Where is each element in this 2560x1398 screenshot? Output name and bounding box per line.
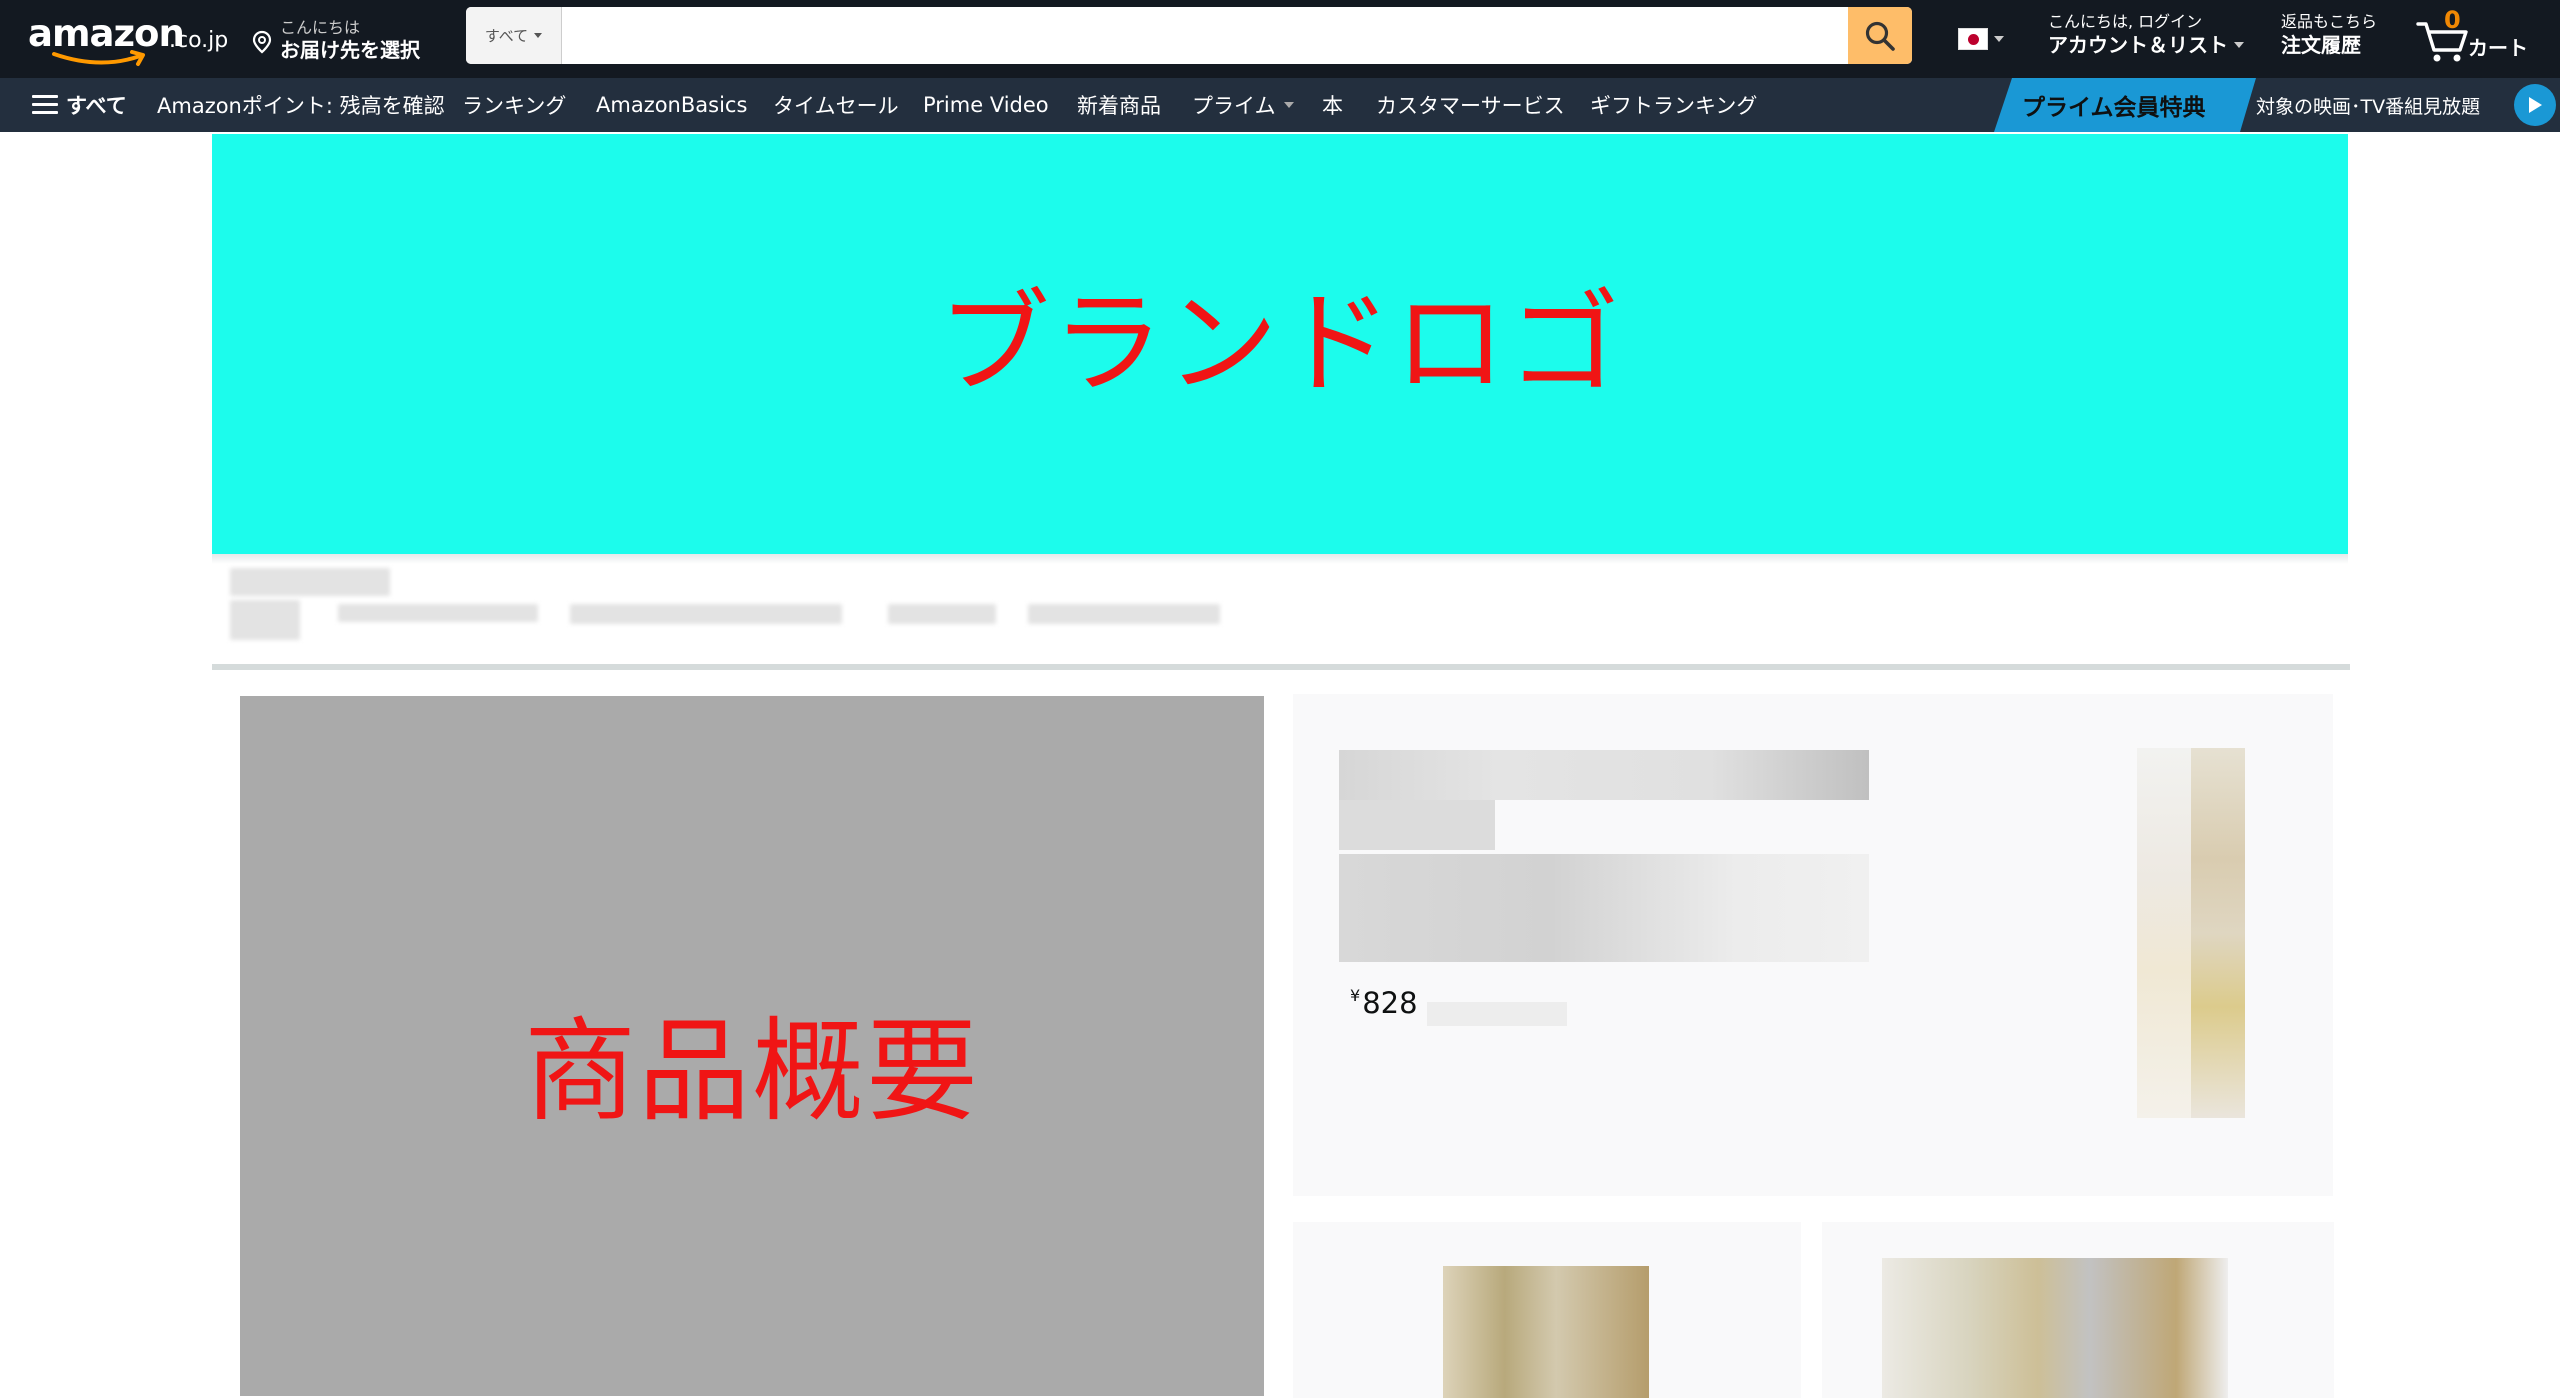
blurred-store-tab[interactable] (1028, 604, 1220, 624)
play-icon (2514, 84, 2556, 126)
account-label-row: アカウント＆リスト (2048, 32, 2248, 58)
search-input[interactable] (562, 7, 1844, 64)
chevron-down-icon (1994, 36, 2004, 42)
blurred-product-title (1339, 800, 1495, 850)
cart-button[interactable]: 0 カート (2416, 6, 2546, 68)
deliver-label: お届け先を選択 (280, 38, 420, 62)
hamburger-menu-icon (32, 95, 58, 115)
product-overview-placeholder: 商品概要 (524, 1007, 980, 1137)
logo-wordmark: amazon (28, 12, 185, 55)
cart-icon (2416, 22, 2468, 62)
brand-logo-banner: ブランドロゴ (212, 134, 2348, 554)
nav-link-prime-label: プライム (1192, 94, 1276, 118)
store-nav-divider (212, 664, 2350, 670)
blurred-product-image (1882, 1258, 2228, 1398)
nav-link-customer-service[interactable]: カスタマーサービス (1376, 78, 1565, 132)
account-label: アカウント＆リスト (2048, 33, 2228, 57)
account-and-lists[interactable]: こんにちは, ログイン アカウント＆リスト (2048, 12, 2248, 58)
nav-link-prime-video[interactable]: Prime Video (923, 78, 1049, 132)
blurred-product-image (2191, 748, 2245, 1118)
price-value: 828 (1362, 986, 1418, 1020)
brand-logo-placeholder: ブランドロゴ (938, 279, 1622, 409)
all-menu-button[interactable]: すべて (32, 78, 127, 132)
blurred-price-note (1427, 1002, 1567, 1026)
prime-promo-banner[interactable]: プライム会員特典 対象の映画･TV番組見放題 (1994, 78, 2560, 132)
chevron-down-icon (534, 33, 543, 38)
product-card[interactable] (1293, 1222, 1801, 1398)
blurred-store-tab[interactable] (338, 604, 538, 622)
product-card[interactable] (1822, 1222, 2334, 1398)
nav-link-gift-ranking[interactable]: ギフトランキング (1590, 78, 1757, 132)
top-navigation-bar: amazon .co.jp こんにちは お届け先を選択 すべて こんにちは, ロ… (0, 0, 2560, 78)
product-card[interactable] (1293, 694, 2333, 1196)
product-price: ¥828 (1350, 986, 1418, 1020)
chevron-down-icon (2234, 42, 2244, 48)
chevron-down-icon (1283, 102, 1294, 108)
nav-link-points[interactable]: Amazonポイント: 残高を確認 (157, 78, 445, 132)
nav-link-books[interactable]: 本 (1322, 78, 1343, 132)
blurred-store-tab[interactable] (570, 604, 842, 624)
logo-domain: .co.jp (169, 28, 229, 53)
location-pin-icon (252, 30, 272, 54)
search-category-label: すべて (484, 27, 529, 45)
nav-link-timesale[interactable]: タイムセール (773, 78, 899, 132)
deliver-to-selector[interactable]: こんにちは お届け先を選択 (252, 14, 432, 64)
search-button[interactable] (1848, 7, 1912, 64)
returns-label: 返品もこちら (2281, 12, 2378, 31)
store-navigation-blurred (212, 560, 2350, 670)
prime-benefits-label: プライム会員特典 (1994, 78, 2256, 132)
blurred-product-title (1339, 854, 1869, 962)
search-bar: すべて (466, 7, 1912, 64)
secondary-navigation-bar: すべて Amazonポイント: 残高を確認 ランキング AmazonBasics… (0, 78, 2560, 132)
nav-link-prime[interactable]: プライム (1192, 78, 1294, 132)
product-overview-block: 商品概要 (240, 696, 1264, 1396)
all-menu-label: すべて (66, 94, 127, 118)
search-category-dropdown[interactable]: すべて (466, 7, 562, 64)
orders-label: 注文履歴 (2281, 33, 2361, 57)
cart-label: カート (2468, 36, 2528, 60)
language-selector[interactable] (1958, 24, 2018, 54)
blurred-store-tab[interactable] (888, 604, 996, 624)
search-icon (1865, 21, 1895, 51)
blurred-product-image (1443, 1266, 1649, 1398)
smile-arrow-icon (52, 50, 145, 66)
nav-link-new-releases[interactable]: 新着商品 (1077, 78, 1161, 132)
blurred-store-title (230, 568, 390, 596)
price-currency-symbol: ¥ (1350, 986, 1361, 1005)
amazon-logo[interactable]: amazon .co.jp (28, 8, 228, 70)
returns-and-orders[interactable]: 返品もこちら 注文履歴 (2281, 12, 2421, 58)
blurred-store-tab[interactable] (230, 600, 300, 640)
blurred-product-image (2137, 748, 2193, 1118)
blurred-product-title (1339, 750, 1869, 800)
nav-link-ranking[interactable]: ランキング (462, 78, 566, 132)
japan-flag-icon (1958, 28, 1988, 50)
nav-link-amazonbasics[interactable]: AmazonBasics (596, 78, 747, 132)
account-greeting: こんにちは, ログイン (2048, 12, 2203, 31)
